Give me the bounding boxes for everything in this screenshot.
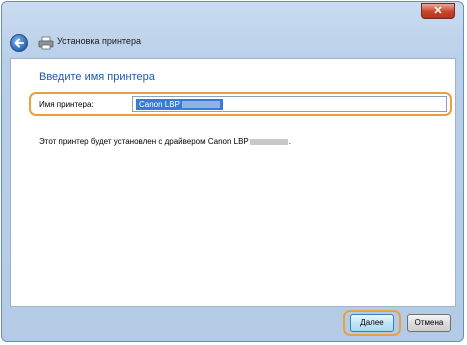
driver-info-prefix: Этот принтер будет установлен с драйверо… <box>39 137 249 146</box>
content-panel: Введите имя принтера Имя принтера: Canon… <box>10 58 456 307</box>
printer-name-selected-text: Canon LBP <box>136 99 223 110</box>
close-button[interactable]: ✕ <box>421 3 455 19</box>
printer-icon <box>38 36 54 50</box>
driver-info-suffix: . <box>288 137 291 146</box>
driver-info-text: Этот принтер будет установлен с драйверо… <box>39 137 291 146</box>
close-icon: ✕ <box>433 5 443 17</box>
redacted-model <box>249 138 288 145</box>
window-title: Установка принтера <box>57 36 141 46</box>
printer-setup-window: ✕ Установка принтера Введите имя принтер… <box>1 1 464 342</box>
printer-name-input[interactable]: Canon LBP <box>132 96 447 112</box>
footer: Далее Отмена <box>10 307 456 340</box>
back-arrow-icon <box>14 38 24 48</box>
redacted-model-selected <box>181 101 220 109</box>
next-button[interactable]: Далее <box>350 314 394 332</box>
printer-name-value: Canon LBP <box>139 100 180 109</box>
printer-name-label: Имя принтера: <box>39 100 94 109</box>
back-button[interactable] <box>10 34 28 52</box>
page-heading: Введите имя принтера <box>39 71 155 83</box>
cancel-button[interactable]: Отмена <box>407 314 451 332</box>
